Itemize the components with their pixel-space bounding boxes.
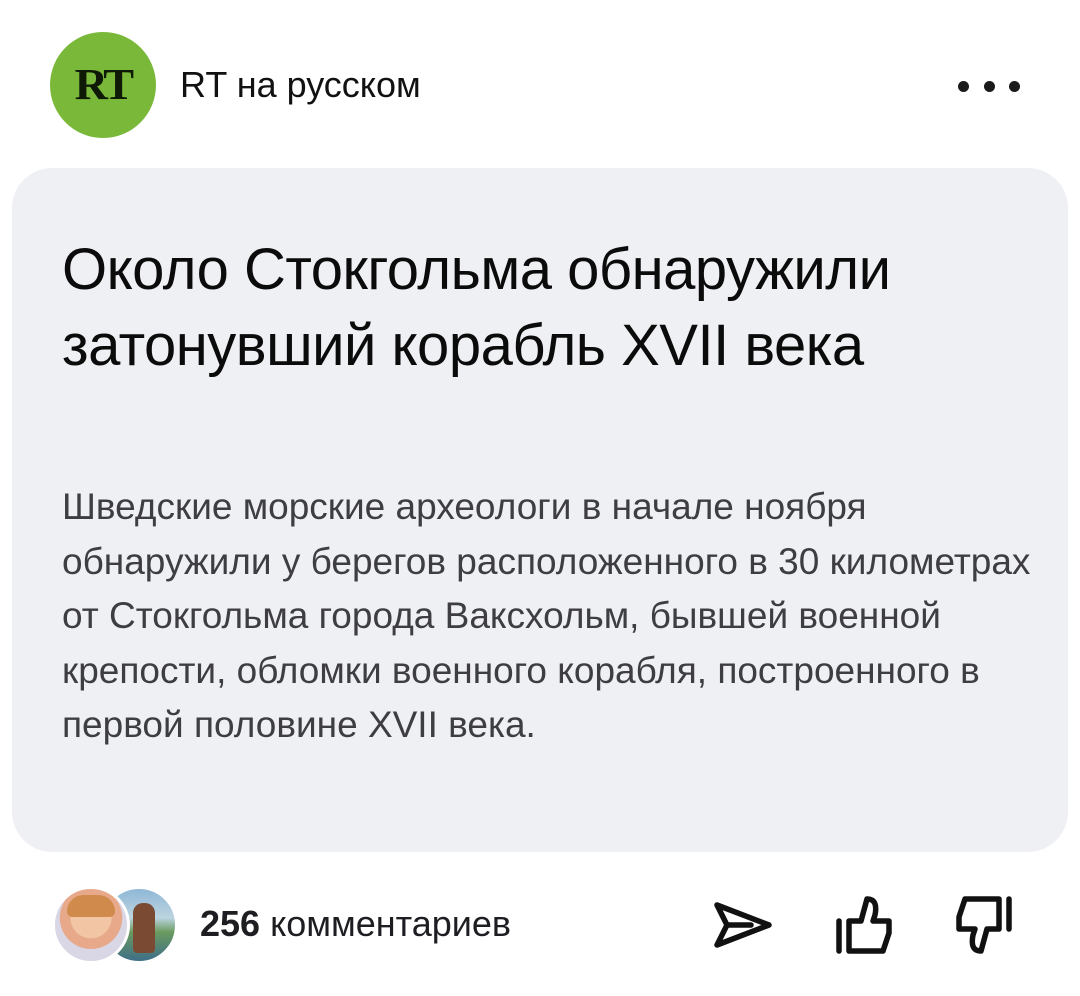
share-send-icon [714,902,772,948]
post-header: RT RT на русском [50,32,1020,140]
channel-logo[interactable]: RT [50,32,156,138]
dislike-button[interactable] [946,888,1020,962]
comments-label: комментариев [260,903,512,944]
share-button[interactable] [706,888,780,962]
like-button[interactable] [828,888,902,962]
article-summary: Шведские морские археологи в начале нояб… [62,486,1031,745]
thumbs-up-icon [836,896,892,954]
comments-link[interactable]: 256 комментариев [200,902,511,945]
channel-logo-text: RT [74,60,134,109]
article-title: Около Стокгольма обнаружили затонувший к… [62,237,891,378]
more-options-button[interactable] [958,66,1020,106]
more-dots-icon [1009,80,1020,92]
comments-number: 256 [200,903,261,944]
thumbs-down-icon [956,896,1012,954]
post-footer: 256 комментариев [52,880,1028,970]
more-dots-icon [958,80,969,92]
article-card[interactable]: Около Стокгольма обнаружили затонувший к… [12,168,1068,852]
more-dots-icon [983,80,995,92]
commenter-avatar[interactable] [52,886,130,964]
channel-name[interactable]: RT на русском [180,65,421,105]
